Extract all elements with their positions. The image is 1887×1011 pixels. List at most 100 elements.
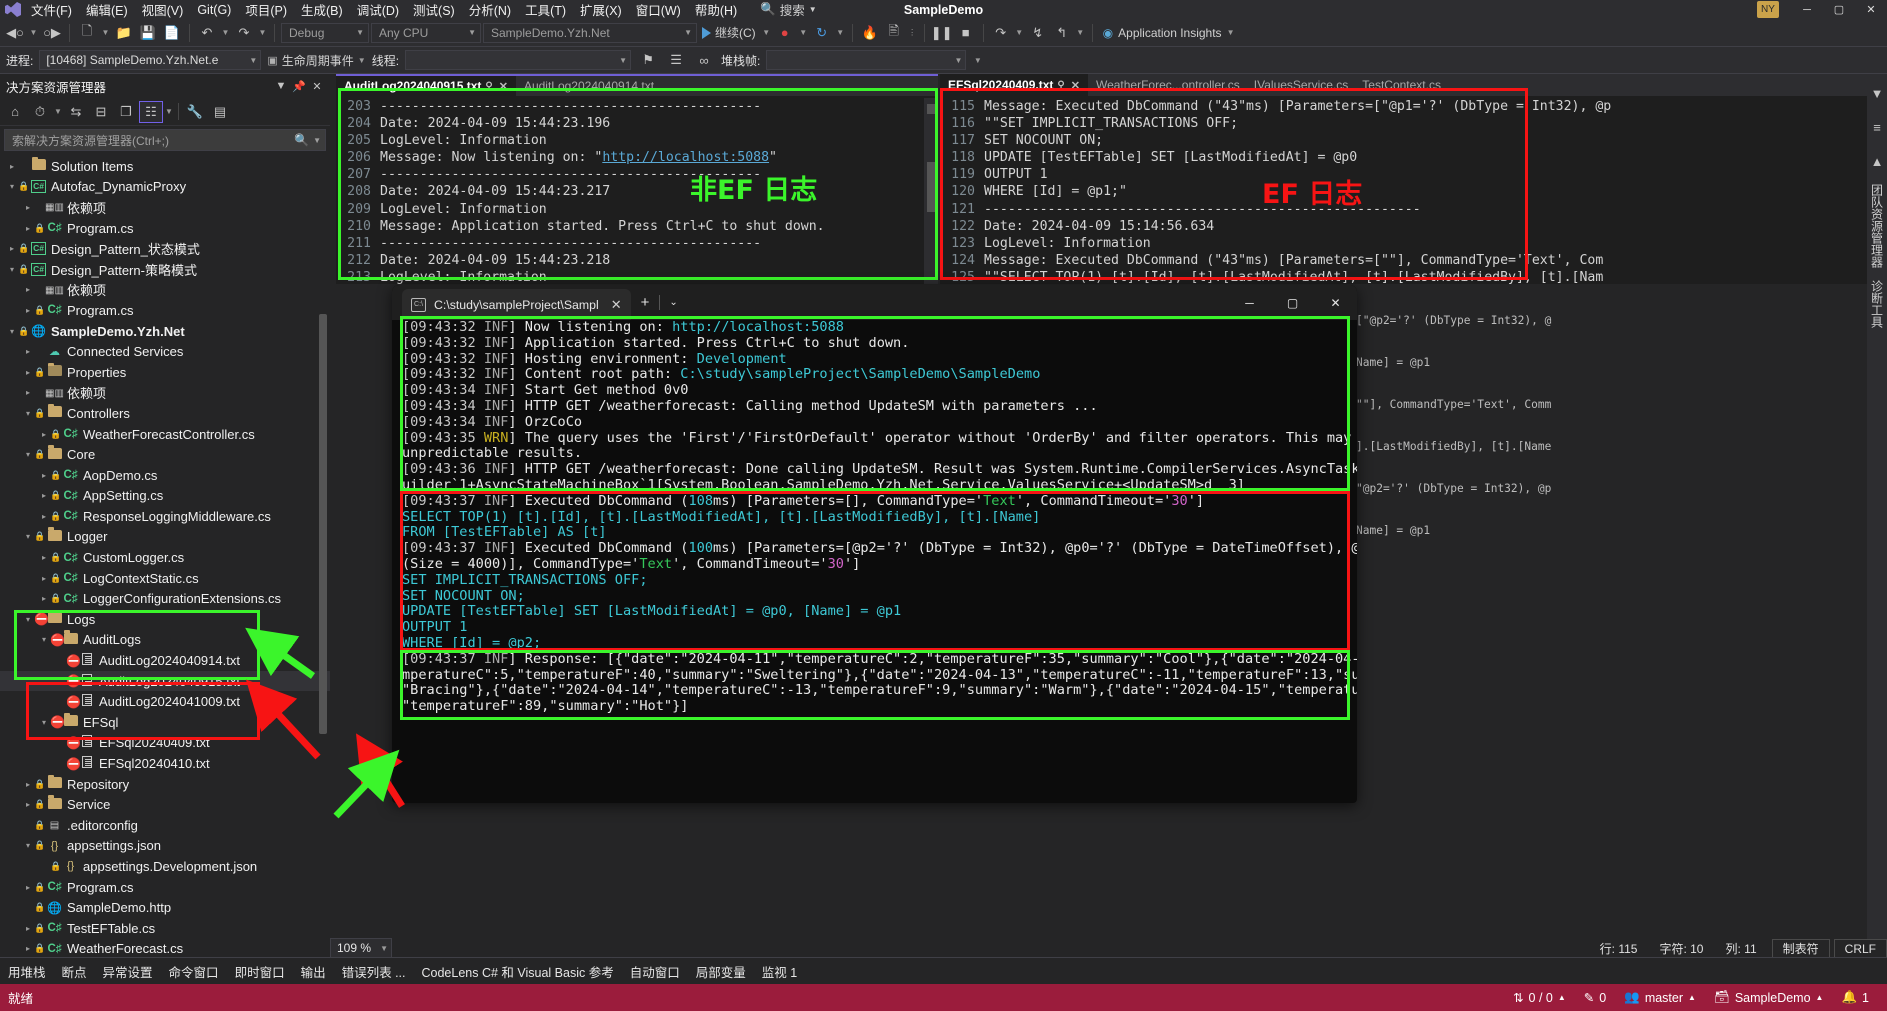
flag-icon[interactable]: ⚑	[637, 49, 659, 71]
efsql-tab[interactable]: IValuesService.cs	[1245, 74, 1355, 96]
menu-item-3[interactable]: Git(G)	[190, 2, 238, 18]
menu-item-7[interactable]: 测试(S)	[406, 0, 462, 20]
expander-icon[interactable]: ▸	[38, 471, 50, 480]
bottom-tool-tab[interactable]: 局部变量	[688, 962, 754, 981]
stop-chevron-icon[interactable]: ▼	[798, 22, 809, 44]
indentation-indicator[interactable]: 制表符	[1771, 939, 1830, 958]
expander-icon[interactable]: ▸	[38, 491, 50, 500]
bottom-tool-tab[interactable]: 输出	[293, 962, 334, 981]
expander-icon[interactable]: ▸	[22, 944, 34, 953]
strip-chevron-icon[interactable]: ▼	[1866, 82, 1887, 104]
step-into-icon[interactable]: ↯	[1027, 22, 1049, 44]
solution-tree-item[interactable]: ▸ 🔒 Properties	[0, 362, 330, 383]
preview-icon[interactable]: ▤	[208, 101, 232, 123]
collapse-all-icon[interactable]: ⊟	[89, 101, 113, 123]
menu-item-6[interactable]: 调试(D)	[350, 0, 406, 20]
expander-icon[interactable]: ▾	[38, 718, 50, 727]
solution-tree-item[interactable]: ▸ 🔒 C♯ Program.cs	[0, 877, 330, 898]
bottom-tool-tab[interactable]: 异常设置	[95, 962, 161, 981]
pin-icon[interactable]: ⚲	[1053, 80, 1068, 91]
hot-reload-icon[interactable]: 🔥	[859, 22, 881, 44]
terminal-output[interactable]: [09:43:32 INF] Now listening on: http://…	[392, 320, 1357, 803]
expander-icon[interactable]: ▾	[22, 532, 34, 541]
solution-search-box[interactable]: 索解决方案资源管理器(Ctrl+;) 🔍 ▼	[4, 129, 326, 151]
new-project-icon[interactable]: 🗋	[76, 22, 98, 44]
link-icon[interactable]: ∞	[693, 49, 715, 71]
zoom-level-combo[interactable]: 109 % ▼	[330, 938, 392, 958]
account-avatar[interactable]: NY	[1757, 1, 1779, 18]
expander-icon[interactable]: ▸	[22, 347, 34, 356]
solution-tree-item[interactable]: ▸ ▦▥ 依赖项	[0, 383, 330, 404]
step-out-icon[interactable]: ↰	[1051, 22, 1073, 44]
navigate-back-chevron-icon[interactable]: ▼	[28, 22, 39, 44]
stop-icon[interactable]: ■	[955, 22, 977, 44]
status-repo[interactable]: 🗃 SampleDemo ▲	[1714, 990, 1824, 1005]
terminal-close-button[interactable]: ✕	[1314, 285, 1357, 320]
solution-tree-item[interactable]: ▾ 🔒 {} appsettings.json	[0, 836, 330, 857]
bottom-tool-tab[interactable]: 自动窗口	[622, 962, 688, 981]
solution-tree-item[interactable]: ▸ 🔒 C♯ AppSetting.cs	[0, 486, 330, 507]
configuration-combo[interactable]: Debug ▼	[281, 22, 369, 43]
solution-tree-item[interactable]: ▸ Solution Items	[0, 156, 330, 177]
expander-icon[interactable]: ▸	[38, 594, 50, 603]
panel-dropdown-icon[interactable]: ▼	[272, 80, 290, 92]
efsql-tab[interactable]: EFSql20240409.txt ⚲ ✕	[940, 74, 1088, 96]
close-icon[interactable]: ✕	[497, 80, 510, 93]
solution-tree-item[interactable]: ▸ 🔒 C♯ AopDemo.cs	[0, 465, 330, 486]
auditlog-scrollbar[interactable]	[924, 98, 938, 284]
expander-icon[interactable]: ▾	[22, 615, 34, 624]
home-icon[interactable]: ⌂	[3, 101, 27, 123]
chevron-down-icon[interactable]: ▼	[53, 107, 63, 116]
solution-tree-item[interactable]: ⛔ AuditLog2024040915.txt	[0, 670, 330, 692]
chevron-down-icon[interactable]: ▼	[164, 107, 174, 116]
solution-tree-item[interactable]: 🔒 ▤ .editorconfig	[0, 815, 330, 836]
solution-tree-item[interactable]: ▾ 🔒 C# Design_Pattern-策略模式	[0, 259, 330, 280]
status-notifications[interactable]: 🔔 1	[1841, 990, 1869, 1005]
bottom-tool-tab[interactable]: 用堆栈	[0, 962, 54, 981]
solution-tree-item[interactable]: ▸ 🔒 C♯ ResponseLoggingMiddleware.cs	[0, 506, 330, 527]
solution-tree-item[interactable]: ▸ 🔒 C♯ WeatherForecastController.cs	[0, 424, 330, 445]
efsql-tab[interactable]: WeatherForec...ontroller.cs	[1087, 74, 1246, 96]
menu-item-9[interactable]: 工具(T)	[518, 0, 573, 20]
save-icon[interactable]: 💾	[137, 22, 159, 44]
expander-icon[interactable]: ▾	[22, 450, 34, 459]
expander-icon[interactable]: ▾	[22, 409, 34, 418]
solution-tree-item[interactable]: ▾ 🔒 Core	[0, 444, 330, 465]
pause-icon[interactable]: ❚❚	[931, 22, 953, 44]
expander-icon[interactable]: ▾	[6, 327, 18, 336]
menu-item-10[interactable]: 扩展(X)	[573, 0, 629, 20]
pin-icon[interactable]: 📌	[290, 80, 308, 93]
hyperlink[interactable]: http://localhost:5088	[602, 150, 769, 165]
pin-icon[interactable]: ⚲	[481, 81, 496, 92]
redo-chevron-icon[interactable]: ▼	[257, 22, 268, 44]
solution-tree-item[interactable]: ▸ 🔒 Service	[0, 794, 330, 815]
solution-tree-item[interactable]: ▸ ☁ Connected Services	[0, 341, 330, 362]
expander-icon[interactable]: ▸	[6, 244, 18, 253]
expander-icon[interactable]: ▾	[38, 635, 50, 644]
status-changes[interactable]: ⇅ 0 / 0 ▲	[1513, 990, 1566, 1006]
navigate-back-icon[interactable]: ◀○	[4, 22, 26, 44]
auditlog-tab[interactable]: AuditLog2024040915.txt ⚲ ✕	[336, 76, 516, 96]
bottom-tool-tab[interactable]: 命令窗口	[161, 962, 227, 981]
terminal-new-tab-button[interactable]: +	[631, 285, 660, 320]
expander-icon[interactable]: ▸	[22, 388, 34, 397]
maximize-button[interactable]: ▢	[1823, 0, 1855, 19]
expander-icon[interactable]: ▸	[22, 780, 34, 789]
menu-item-4[interactable]: 项目(P)	[238, 0, 294, 20]
expander-icon[interactable]: ▸	[38, 430, 50, 439]
continue-button[interactable]: 继续(C)	[699, 24, 759, 41]
redo-icon[interactable]: ↷	[233, 22, 255, 44]
solution-tree-item[interactable]: ▾ ⛔ EFSql	[0, 712, 330, 733]
expander-icon[interactable]: ▸	[22, 203, 34, 212]
startup-project-combo[interactable]: SampleDemo.Yzh.Net ▼	[483, 22, 697, 43]
solution-tree-item[interactable]: ▾ 🔒 Controllers	[0, 403, 330, 424]
terminal-dropdown-icon[interactable]: ⌄	[660, 285, 686, 320]
close-icon[interactable]: ✕	[1069, 79, 1082, 92]
stack-frame-combo[interactable]: ▼	[766, 50, 967, 70]
terminal-minimize-button[interactable]: ─	[1228, 285, 1271, 320]
expander-icon[interactable]: ▸	[6, 162, 18, 171]
new-project-chevron-icon[interactable]: ▼	[100, 22, 111, 44]
undo-icon[interactable]: ↶	[196, 22, 218, 44]
menu-item-12[interactable]: 帮助(H)	[688, 0, 744, 20]
view-switch-icon[interactable]: ☷	[139, 100, 163, 123]
